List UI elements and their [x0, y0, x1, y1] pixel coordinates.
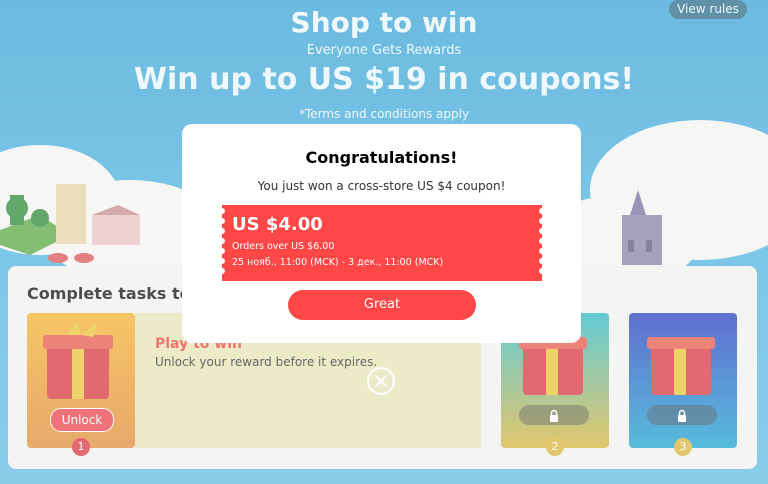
modal-title: Congratulations! [305, 148, 458, 167]
great-button[interactable]: Great [288, 290, 476, 320]
modal-subtitle: You just won a cross-store US $4 coupon! [257, 179, 506, 193]
coupon-amount: US $4.00 [232, 214, 323, 235]
coupon-validity: 25 нояб., 11:00 (MCK) - 3 дек., 11:00 (M… [232, 257, 444, 268]
close-icon [367, 367, 395, 395]
coupon-min-order: Orders over US $6.00 [232, 241, 335, 252]
close-modal-button[interactable] [366, 366, 396, 396]
